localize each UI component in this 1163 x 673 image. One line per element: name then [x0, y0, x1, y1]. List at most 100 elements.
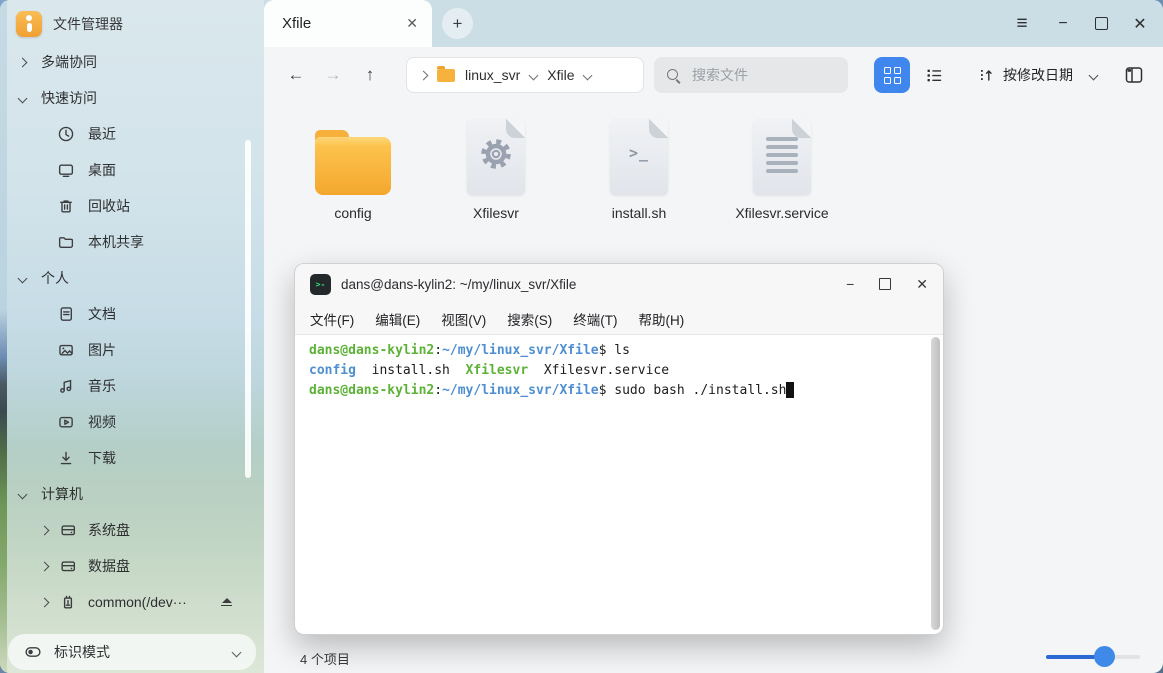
terminal-title-bar[interactable]: >- dans@dans-kylin2: ~/my/linux_svr/Xfil… — [295, 264, 943, 304]
minimize-icon[interactable]: − — [846, 276, 854, 292]
sidebar-section-multi-device[interactable]: 多端协同 — [0, 44, 264, 80]
toggle-icon — [24, 643, 42, 661]
toolbar: ← → ↑ linux_svr Xfile — [264, 47, 1163, 103]
label-mode-selector[interactable]: 标识模式 — [8, 634, 256, 670]
download-icon — [57, 449, 75, 467]
maximize-icon[interactable] — [879, 278, 891, 290]
chevron-right-icon — [40, 525, 50, 535]
document-icon — [57, 305, 75, 323]
item-label: 数据盘 — [88, 556, 130, 576]
back-button[interactable]: ← — [285, 65, 307, 85]
item-label: 本机共享 — [88, 232, 144, 252]
maximize-icon[interactable] — [1095, 17, 1108, 30]
search-input[interactable] — [690, 66, 820, 84]
menu-file[interactable]: 文件(F) — [310, 309, 354, 329]
item-label: 视频 — [88, 412, 116, 432]
app-header: 文件管理器 — [16, 11, 123, 37]
item-label: 图片 — [88, 340, 116, 360]
close-icon[interactable]: ✕ — [916, 276, 928, 293]
grid-view-icon — [884, 67, 901, 84]
music-note-icon — [57, 377, 75, 395]
terminal-cursor — [786, 382, 794, 398]
sidebar-item-data-disk[interactable]: 数据盘 — [0, 548, 264, 584]
terminal-title: dans@dans-kylin2: ~/my/linux_svr/Xfile — [341, 277, 576, 292]
tab-xfile[interactable]: Xfile ✕ — [264, 0, 432, 47]
chevron-right-icon — [18, 57, 28, 67]
preview-panel-button[interactable] — [1123, 64, 1145, 86]
forward-button[interactable]: → — [322, 65, 344, 85]
dogear — [506, 119, 525, 138]
chevron-down-icon — [18, 489, 28, 499]
chevron-down-icon — [18, 273, 28, 283]
icon-size-slider[interactable] — [1046, 646, 1140, 668]
new-tab-button[interactable]: + — [442, 8, 473, 39]
breadcrumb-parent[interactable]: linux_svr — [465, 67, 520, 83]
sidebar-item-videos[interactable]: 视频 — [0, 404, 264, 440]
sort-control[interactable]: 按修改日期 — [978, 65, 1097, 85]
sidebar-scrollbar[interactable] — [245, 140, 251, 478]
text-lines-icon — [766, 137, 798, 173]
sidebar-item-music[interactable]: 音乐 — [0, 368, 264, 404]
sidebar-item-trash[interactable]: 回收站 — [0, 188, 264, 224]
app-logo-icon — [16, 11, 42, 37]
slider-track[interactable] — [1046, 655, 1140, 659]
item-label: common(/dev··· — [88, 594, 187, 610]
trash-icon — [57, 197, 75, 215]
sidebar-item-documents[interactable]: 文档 — [0, 296, 264, 332]
sidebar-item-downloads[interactable]: 下载 — [0, 440, 264, 476]
minimize-icon[interactable]: − — [1054, 15, 1072, 33]
breadcrumb-current[interactable]: Xfile — [547, 67, 574, 83]
file-item-install-sh[interactable]: >_ install.sh — [584, 113, 694, 221]
grid-view-button[interactable] — [874, 57, 910, 93]
section-label: 多端协同 — [41, 52, 97, 72]
sidebar-item-system-disk[interactable]: 系统盘 — [0, 512, 264, 548]
terminal-content[interactable]: dans@dans-kylin2:~/my/linux_svr/Xfile$ l… — [295, 335, 943, 633]
file-name: install.sh — [612, 205, 666, 221]
tab-bar: Xfile ✕ + ≡ − ✕ — [264, 0, 1163, 47]
close-icon[interactable]: ✕ — [1131, 14, 1149, 34]
sidebar-section-personal[interactable]: 个人 — [0, 260, 264, 296]
search-box[interactable] — [654, 57, 848, 93]
menu-view[interactable]: 视图(V) — [441, 309, 486, 329]
disk-icon — [59, 521, 77, 539]
chevron-down-icon — [1089, 70, 1099, 80]
menu-edit[interactable]: 编辑(E) — [375, 309, 420, 329]
section-label: 个人 — [41, 268, 69, 288]
file-item-xfilesvr-service[interactable]: Xfilesvr.service — [727, 113, 837, 221]
chevron-down-icon[interactable] — [583, 70, 593, 80]
sidebar-item-desktop[interactable]: 桌面 — [0, 152, 264, 188]
list-view-button[interactable] — [916, 57, 952, 93]
file-grid: config Xfilesvr >_ instal — [264, 113, 837, 221]
app-title: 文件管理器 — [53, 14, 123, 34]
sidebar-item-common-device[interactable]: common(/dev··· — [0, 584, 264, 620]
sidebar-item-recent[interactable]: 最近 — [0, 116, 264, 152]
item-label: 音乐 — [88, 376, 116, 396]
image-icon — [57, 341, 75, 359]
chevron-down-icon[interactable] — [529, 70, 539, 80]
menu-help[interactable]: 帮助(H) — [639, 309, 685, 329]
sidebar-section-quick-access[interactable]: 快速访问 — [0, 80, 264, 116]
item-label: 系统盘 — [88, 520, 130, 540]
file-name: Xfilesvr.service — [735, 205, 828, 221]
menu-search[interactable]: 搜索(S) — [507, 309, 552, 329]
breadcrumb[interactable]: linux_svr Xfile — [406, 57, 644, 93]
panel-icon — [1124, 65, 1144, 85]
sidebar-item-pictures[interactable]: 图片 — [0, 332, 264, 368]
menu-terminal[interactable]: 终端(T) — [573, 309, 617, 329]
shared-folder-icon — [57, 233, 75, 251]
item-label: 文档 — [88, 304, 116, 324]
chevron-down-icon — [232, 647, 242, 657]
sidebar-item-local-share[interactable]: 本机共享 — [0, 224, 264, 260]
dogear — [649, 119, 668, 138]
eject-icon[interactable] — [221, 598, 232, 607]
slider-handle[interactable] — [1094, 646, 1115, 667]
up-button[interactable]: ↑ — [359, 65, 381, 85]
file-item-xfilesvr[interactable]: Xfilesvr — [441, 113, 551, 221]
sidebar-section-computer[interactable]: 计算机 — [0, 476, 264, 512]
terminal-scrollbar[interactable] — [931, 337, 940, 630]
file-item-config[interactable]: config — [298, 113, 408, 221]
file-name: Xfilesvr — [473, 205, 519, 221]
chevron-right-icon — [40, 597, 50, 607]
tab-close-icon[interactable]: ✕ — [406, 15, 418, 32]
menu-icon[interactable]: ≡ — [1013, 13, 1031, 35]
